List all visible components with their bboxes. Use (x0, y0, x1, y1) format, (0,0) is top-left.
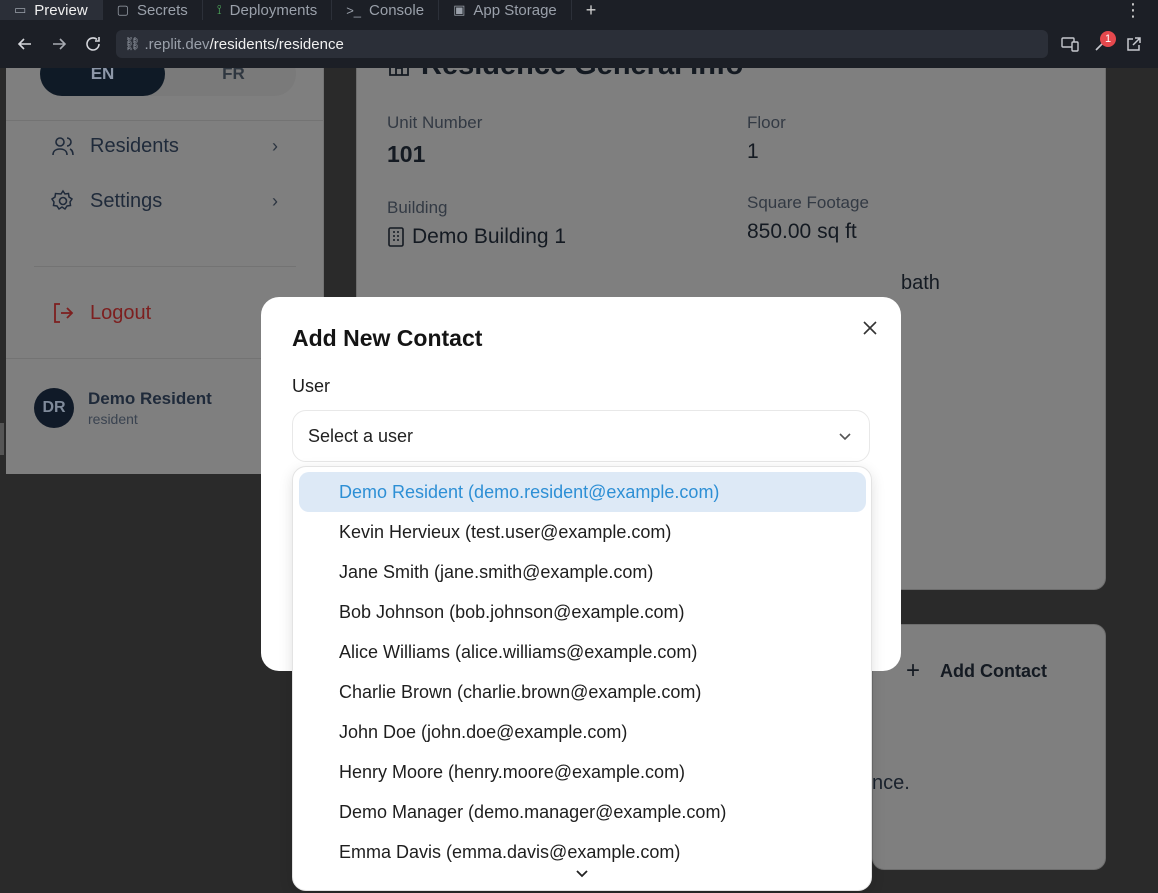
lang-en-button[interactable]: EN (40, 68, 165, 96)
user-field-label: User (292, 376, 331, 396)
user-card: DR Demo Resident resident (34, 388, 212, 428)
bathrooms-value-peek: bath (901, 272, 940, 294)
close-button[interactable] (859, 317, 881, 339)
sidebar-item-residents[interactable]: Residents › (50, 126, 278, 166)
building-label: Building (387, 198, 448, 217)
open-new-window-button[interactable] (1118, 27, 1150, 61)
tab-label: Preview (34, 1, 88, 19)
add-contact-label: Add Contact (940, 660, 1048, 681)
reload-button[interactable] (76, 27, 110, 61)
user-option[interactable]: Demo Manager (demo.manager@example.com) (299, 792, 866, 832)
devices-icon (1061, 37, 1079, 52)
external-link-icon (1127, 37, 1141, 51)
language-toggle: EN FR (40, 68, 296, 96)
sidebar-divider (34, 266, 296, 267)
user-option[interactable]: John Doe (john.doe@example.com) (299, 712, 866, 752)
close-icon (863, 321, 877, 335)
scroll-edge (0, 423, 4, 455)
building-value: Demo Building 1 (412, 225, 567, 248)
user-select-dropdown: Demo Resident (demo.resident@example.com… (292, 466, 872, 891)
user-option[interactable]: Demo Resident (demo.resident@example.com… (299, 472, 866, 512)
gear-icon (50, 189, 76, 213)
arrow-left-icon (17, 38, 31, 50)
tab-label: Secrets (136, 1, 188, 19)
lang-fr-button[interactable]: FR (171, 68, 296, 96)
building-icon (388, 227, 404, 247)
logout-label: Logout (90, 301, 152, 324)
tab-deployments[interactable]: ⟟ Deployments (203, 0, 333, 20)
new-tab-button[interactable]: + (572, 0, 611, 21)
user-option[interactable]: Henry Moore (henry.moore@example.com) (299, 752, 866, 792)
deploy-icon: ⟟ (216, 2, 222, 17)
logout-icon (50, 301, 76, 325)
tab-console[interactable]: >_ Console (332, 0, 440, 20)
reload-icon (86, 37, 100, 51)
tab-app-storage[interactable]: ▣ App Storage (439, 0, 572, 20)
url-host: .replit.dev (144, 35, 210, 53)
user-option[interactable]: Alice Williams (alice.williams@example.c… (299, 632, 866, 672)
forward-button[interactable] (42, 27, 76, 61)
select-placeholder: Select a user (308, 425, 414, 446)
chevron-right-icon: › (272, 135, 278, 156)
empty-state-peek: nce. (872, 772, 910, 794)
chevron-right-icon: › (272, 190, 278, 211)
workspace-tab-bar: ▭ Preview ▢ Secrets ⟟ Deployments >_ Con… (0, 0, 1158, 20)
user-option[interactable]: Bob Johnson (bob.johnson@example.com) (299, 592, 866, 632)
title-text: Residence General Info (421, 68, 743, 82)
sqft-label: Square Footage (747, 193, 869, 212)
user-option[interactable]: Kevin Hervieux (test.user@example.com) (299, 512, 866, 552)
sidebar-divider (6, 120, 324, 121)
storage-icon: ▣ (453, 2, 466, 17)
plus-icon: + (906, 657, 921, 684)
chevron-down-icon (576, 870, 588, 878)
unit-value: 101 (387, 141, 426, 167)
arrow-right-icon (53, 38, 67, 50)
dialog-title: Add New Contact (292, 325, 483, 351)
user-option[interactable]: Charlie Brown (charlie.brown@example.com… (299, 672, 866, 712)
user-select[interactable]: Select a user (292, 410, 870, 462)
url-input[interactable]: ⛓ .replit.dev/residents/residence (116, 30, 1048, 58)
unit-label: Unit Number (387, 113, 483, 132)
logout-button[interactable]: Logout (50, 293, 278, 333)
home-icon (387, 68, 411, 78)
tab-label: Console (369, 1, 425, 19)
scroll-down-button[interactable] (575, 867, 589, 881)
user-name: Demo Resident (88, 389, 212, 408)
add-contact-button[interactable]: + Add Contact (906, 657, 1047, 685)
preview-url-bar: ⛓ .replit.dev/residents/residence 1 (0, 20, 1158, 68)
user-option[interactable]: Jane Smith (jane.smith@example.com) (299, 552, 866, 592)
avatar: DR (34, 388, 74, 428)
tab-preview[interactable]: ▭ Preview (0, 0, 103, 20)
lock-icon: ▢ (116, 2, 129, 17)
devices-button[interactable] (1054, 27, 1086, 61)
user-role: resident (88, 411, 138, 427)
sidebar-item-settings[interactable]: Settings › (50, 181, 278, 221)
user-option[interactable]: Emma Davis (emma.davis@example.com) (299, 832, 866, 872)
notification-badge: 1 (1100, 31, 1116, 47)
tab-secrets[interactable]: ▢ Secrets (103, 0, 203, 20)
chevron-down-icon (837, 428, 853, 444)
sqft-value: 850.00 sq ft (747, 220, 857, 243)
tab-label: App Storage (473, 1, 557, 19)
monitor-icon: ▭ (14, 2, 27, 17)
terminal-icon: >_ (346, 2, 362, 18)
tab-label: Deployments (229, 1, 318, 19)
back-button[interactable] (8, 27, 42, 61)
users-icon (50, 134, 76, 158)
url-path: /residents/residence (209, 35, 344, 53)
sidebar-item-label: Residents (90, 134, 179, 157)
floor-value: 1 (747, 140, 759, 163)
sidebar-item-label: Settings (90, 189, 163, 212)
building-value-row: Demo Building 1 (387, 225, 566, 249)
floor-label: Floor (747, 113, 786, 132)
devtools-button[interactable]: 1 (1086, 27, 1118, 61)
link-icon: ⛓ (124, 36, 141, 51)
page-title: Residence General Info (387, 68, 743, 82)
more-menu-icon[interactable]: ⋮ (1108, 0, 1158, 21)
